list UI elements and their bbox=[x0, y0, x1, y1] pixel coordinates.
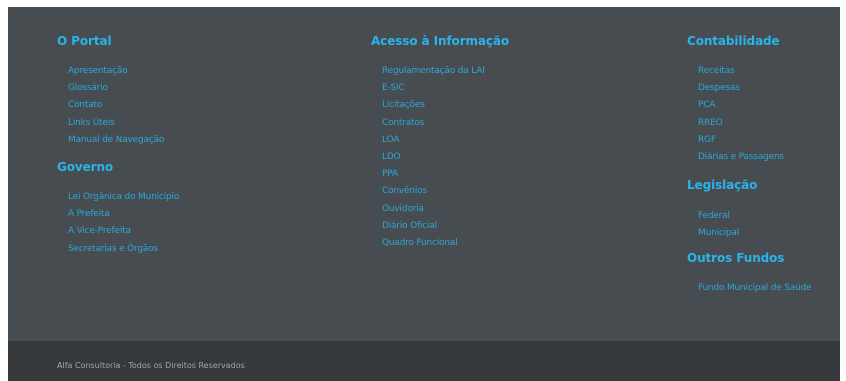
list-item: E-SIC bbox=[382, 76, 485, 93]
list-item: Licitações bbox=[382, 93, 485, 110]
list-item: Secretarias e Órgãos bbox=[68, 237, 179, 254]
link-lei-organica[interactable]: Lei Orgânica do Município bbox=[68, 192, 179, 202]
link-list-governo: Lei Orgânica do Município A Prefeita A V… bbox=[68, 185, 179, 254]
link-federal[interactable]: Federal bbox=[698, 211, 730, 221]
link-list-outros-fundos: Fundo Municipal de Saúde bbox=[698, 276, 812, 293]
link-municipal[interactable]: Municipal bbox=[698, 228, 739, 238]
list-item: Diário Oficial bbox=[382, 214, 485, 231]
section-title-legislacao: Legislação bbox=[687, 178, 758, 192]
section-title-outros-fundos: Outros Fundos bbox=[687, 251, 785, 265]
link-list-contabilidade: Receitas Despesas PCA RREO RGF Diárias e… bbox=[698, 59, 784, 162]
link-quadro-funcional[interactable]: Quadro Funcional bbox=[382, 238, 458, 248]
link-diario-oficial[interactable]: Diário Oficial bbox=[382, 221, 437, 231]
list-item: Fundo Municipal de Saúde bbox=[698, 276, 812, 293]
list-item: Contato bbox=[68, 93, 164, 110]
list-item: Diárias e Passagens bbox=[698, 145, 784, 162]
list-item: Convênios bbox=[382, 179, 485, 196]
list-item: Glossário bbox=[68, 76, 164, 93]
list-item: Links Úteis bbox=[68, 111, 164, 128]
list-item: LDO bbox=[382, 145, 485, 162]
list-item: Lei Orgânica do Município bbox=[68, 185, 179, 202]
link-diarias-passagens[interactable]: Diárias e Passagens bbox=[698, 152, 784, 162]
link-glossario[interactable]: Glossário bbox=[68, 83, 108, 93]
link-secretarias-orgaos[interactable]: Secretarias e Órgãos bbox=[68, 244, 158, 254]
list-item: Ouvidoria bbox=[382, 197, 485, 214]
list-item: Manual de Navegação bbox=[68, 128, 164, 145]
list-item: A Prefeita bbox=[68, 202, 179, 219]
link-apresentacao[interactable]: Apresentação bbox=[68, 66, 128, 76]
list-item: Federal bbox=[698, 204, 739, 221]
list-item: RGF bbox=[698, 128, 784, 145]
footer-main: O Portal Apresentação Glossário Contato … bbox=[8, 7, 840, 341]
link-ppa[interactable]: PPA bbox=[382, 169, 398, 179]
list-item: Receitas bbox=[698, 59, 784, 76]
link-ldo[interactable]: LDO bbox=[382, 152, 401, 162]
footer-bottom-bar: Alfa Consultoria - Todos os Direitos Res… bbox=[8, 341, 840, 381]
list-item: Apresentação bbox=[68, 59, 164, 76]
link-links-uteis[interactable]: Links Úteis bbox=[68, 118, 115, 128]
link-list-legislacao: Federal Municipal bbox=[698, 204, 739, 238]
copyright-text: Alfa Consultoria - Todos os Direitos Res… bbox=[57, 361, 245, 370]
link-receitas[interactable]: Receitas bbox=[698, 66, 735, 76]
link-licitacoes[interactable]: Licitações bbox=[382, 100, 425, 110]
list-item: PCA bbox=[698, 93, 784, 110]
list-item: Contratos bbox=[382, 111, 485, 128]
link-e-sic[interactable]: E-SIC bbox=[382, 83, 405, 93]
link-fundo-municipal-saude[interactable]: Fundo Municipal de Saúde bbox=[698, 283, 812, 293]
link-a-vice-prefeita[interactable]: A Vice-Prefeita bbox=[68, 226, 131, 236]
list-item: Regulamentação da LAI bbox=[382, 59, 485, 76]
link-despesas[interactable]: Despesas bbox=[698, 83, 740, 93]
list-item: LOA bbox=[382, 128, 485, 145]
link-rgf[interactable]: RGF bbox=[698, 135, 716, 145]
list-item: A Vice-Prefeita bbox=[68, 219, 179, 236]
link-contratos[interactable]: Contratos bbox=[382, 118, 424, 128]
link-list-acesso-informacao: Regulamentação da LAI E-SIC Licitações C… bbox=[382, 59, 485, 248]
list-item: RREO bbox=[698, 111, 784, 128]
link-pca[interactable]: PCA bbox=[698, 100, 715, 110]
link-a-prefeita[interactable]: A Prefeita bbox=[68, 209, 110, 219]
link-regulamentacao-lai[interactable]: Regulamentação da LAI bbox=[382, 66, 485, 76]
link-ouvidoria[interactable]: Ouvidoria bbox=[382, 204, 424, 214]
section-title-contabilidade: Contabilidade bbox=[687, 34, 780, 48]
list-item: Municipal bbox=[698, 221, 739, 238]
link-contato[interactable]: Contato bbox=[68, 100, 102, 110]
link-manual-navegacao[interactable]: Manual de Navegação bbox=[68, 135, 164, 145]
list-item: PPA bbox=[382, 162, 485, 179]
section-title-governo: Governo bbox=[57, 160, 114, 174]
link-convenios[interactable]: Convênios bbox=[382, 186, 427, 196]
section-title-acesso-informacao: Acesso à Informação bbox=[371, 34, 510, 48]
link-loa[interactable]: LOA bbox=[382, 135, 399, 145]
list-item: Despesas bbox=[698, 76, 784, 93]
link-list-o-portal: Apresentação Glossário Contato Links Úte… bbox=[68, 59, 164, 145]
list-item: Quadro Funcional bbox=[382, 231, 485, 248]
link-rreo[interactable]: RREO bbox=[698, 118, 723, 128]
section-title-o-portal: O Portal bbox=[57, 34, 112, 48]
